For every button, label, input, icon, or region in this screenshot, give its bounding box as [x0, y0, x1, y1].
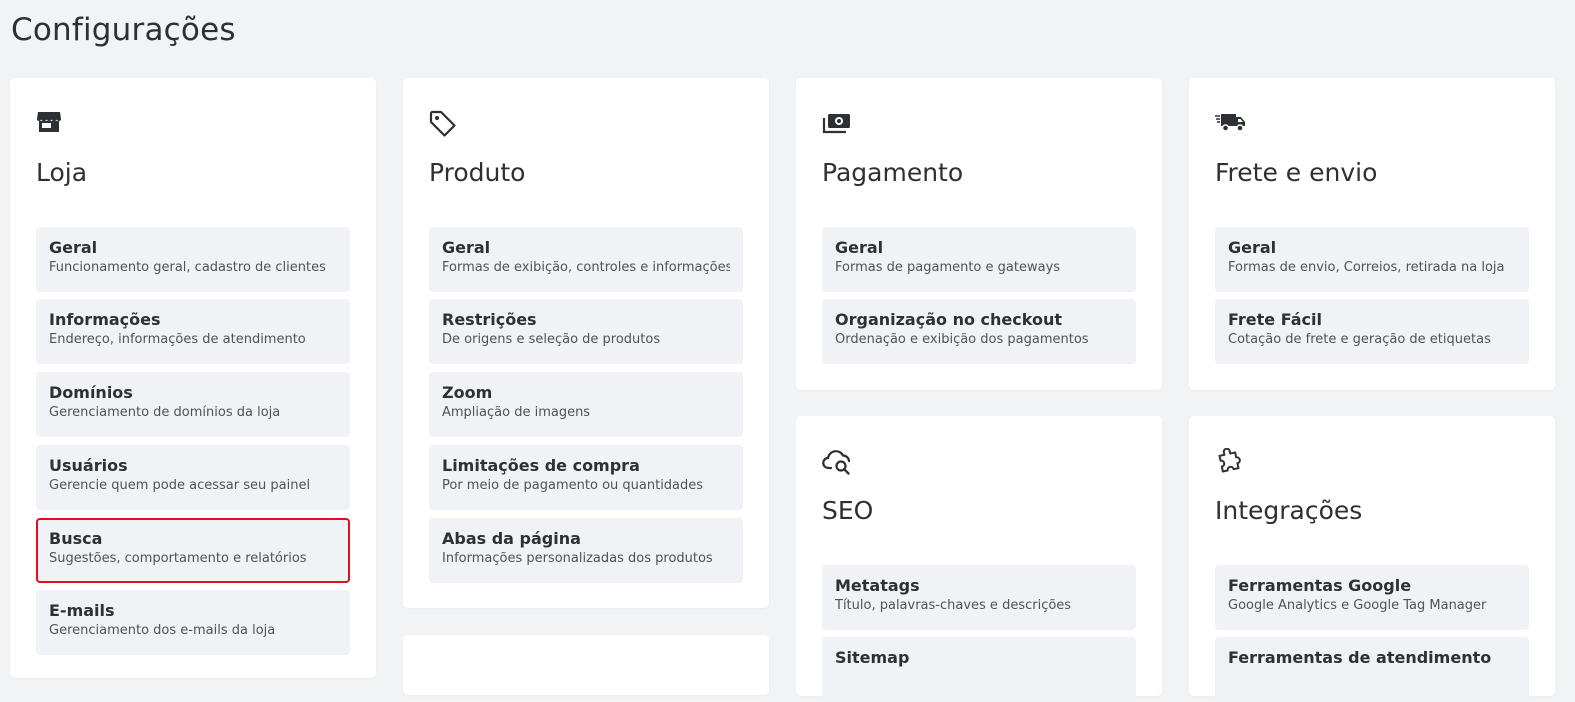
item-desc: Ordenação e exibição dos pagamentos	[835, 332, 1089, 347]
loja-item-busca[interactable]: Busca Sugestões, comportamento e relatór…	[36, 518, 350, 583]
item-desc: Por meio de pagamento ou quantidades	[442, 478, 704, 493]
item-title: Geral	[49, 238, 98, 257]
page-title: Configurações	[11, 12, 236, 48]
card-pagamento: Pagamento Geral Formas de pagamento e ga…	[796, 78, 1162, 390]
item-title: Domínios	[49, 383, 133, 402]
item-title: Zoom	[442, 383, 493, 402]
item-title: Ferramentas de atendimento	[1228, 648, 1492, 667]
item-title: Usuários	[49, 456, 128, 475]
item-title: Frete Fácil	[1228, 310, 1322, 329]
item-desc: Google Analytics e Google Tag Manager	[1228, 598, 1487, 613]
puzzle-icon	[1215, 448, 1245, 478]
item-desc: Sugestões, comportamento e relatórios	[49, 551, 307, 566]
item-desc: Informações personalizadas dos produtos	[442, 551, 713, 566]
frete-item-geral[interactable]: Geral Formas de envio, Correios, retirad…	[1215, 227, 1529, 292]
item-desc: Título, palavras-chaves e descrições	[835, 598, 1072, 613]
money-icon	[822, 110, 852, 140]
pagamento-item-geral[interactable]: Geral Formas de pagamento e gateways	[822, 227, 1136, 292]
tag-icon	[429, 110, 459, 140]
item-title: Geral	[1228, 238, 1277, 257]
card-title-loja: Loja	[36, 158, 88, 187]
item-title: Busca	[49, 529, 103, 548]
card-title-frete: Frete e envio	[1215, 158, 1378, 187]
frete-item-frete-facil[interactable]: Frete Fácil Cotação de frete e geração d…	[1215, 299, 1529, 364]
loja-item-emails[interactable]: E-mails Gerenciamento dos e-mails da loj…	[36, 590, 350, 655]
item-desc: Formas de pagamento e gateways	[835, 260, 1061, 275]
cloud-search-icon	[822, 448, 852, 478]
card-title-pagamento: Pagamento	[822, 158, 964, 187]
loja-item-usuarios[interactable]: Usuários Gerencie quem pode acessar seu …	[36, 445, 350, 510]
item-title: Geral	[442, 238, 491, 257]
item-desc: Endereço, informações de atendimento	[49, 332, 306, 347]
card-title-produto: Produto	[429, 158, 526, 187]
card-produto: Produto Geral Formas de exibição, contro…	[403, 78, 769, 608]
produto-item-restricoes[interactable]: Restrições De origens e seleção de produ…	[429, 299, 743, 364]
item-desc: Gerenciamento dos e-mails da loja	[49, 623, 276, 638]
item-desc: De origens e seleção de produtos	[442, 332, 661, 347]
item-title: Informações	[49, 310, 161, 329]
produto-item-geral[interactable]: Geral Formas de exibição, controles e in…	[429, 227, 743, 292]
item-title: Ferramentas Google	[1228, 576, 1412, 595]
item-title: Sitemap	[835, 648, 910, 667]
integracoes-item-google[interactable]: Ferramentas Google Google Analytics e Go…	[1215, 565, 1529, 630]
card-title-integracoes: Integrações	[1215, 496, 1363, 525]
item-title: Restrições	[442, 310, 537, 329]
item-title: Abas da página	[442, 529, 581, 548]
item-desc: Ampliação de imagens	[442, 405, 591, 420]
produto-item-zoom[interactable]: Zoom Ampliação de imagens	[429, 372, 743, 437]
truck-icon	[1215, 110, 1245, 140]
item-desc: Gerenciamento de domínios da loja	[49, 405, 281, 420]
card-loja: Loja Geral Funcionamento geral, cadastro…	[10, 78, 376, 678]
item-desc: Formas de envio, Correios, retirada na l…	[1228, 260, 1505, 275]
integracoes-item-atendimento[interactable]: Ferramentas de atendimento	[1215, 637, 1529, 702]
item-desc: Formas de exibição, controles e informaç…	[442, 260, 730, 275]
card-title-seo: SEO	[822, 496, 874, 525]
produto-item-abas[interactable]: Abas da página Informações personalizada…	[429, 518, 743, 583]
item-desc: Gerencie quem pode acessar seu painel	[49, 478, 311, 493]
item-title: Limitações de compra	[442, 456, 640, 475]
store-icon	[36, 110, 66, 140]
item-desc: Cotação de frete e geração de etiquetas	[1228, 332, 1491, 347]
item-title: E-mails	[49, 601, 115, 620]
item-title: Metatags	[835, 576, 920, 595]
loja-item-informacoes[interactable]: Informações Endereço, informações de ate…	[36, 299, 350, 364]
card-integracoes: Integrações Ferramentas Google Google An…	[1189, 416, 1555, 702]
loja-item-geral[interactable]: Geral Funcionamento geral, cadastro de c…	[36, 227, 350, 292]
seo-item-metatags[interactable]: Metatags Título, palavras-chaves e descr…	[822, 565, 1136, 630]
card-frete: Frete e envio Geral Formas de envio, Cor…	[1189, 78, 1555, 390]
card-next-partial	[403, 635, 769, 695]
item-title: Organização no checkout	[835, 310, 1062, 329]
pagamento-item-checkout[interactable]: Organização no checkout Ordenação e exib…	[822, 299, 1136, 364]
seo-item-sitemap[interactable]: Sitemap	[822, 637, 1136, 702]
item-title: Geral	[835, 238, 884, 257]
item-desc: Funcionamento geral, cadastro de cliente…	[49, 260, 326, 275]
produto-item-limitacoes[interactable]: Limitações de compra Por meio de pagamen…	[429, 445, 743, 510]
loja-item-dominios[interactable]: Domínios Gerenciamento de domínios da lo…	[36, 372, 350, 437]
card-seo: SEO Metatags Título, palavras-chaves e d…	[796, 416, 1162, 702]
